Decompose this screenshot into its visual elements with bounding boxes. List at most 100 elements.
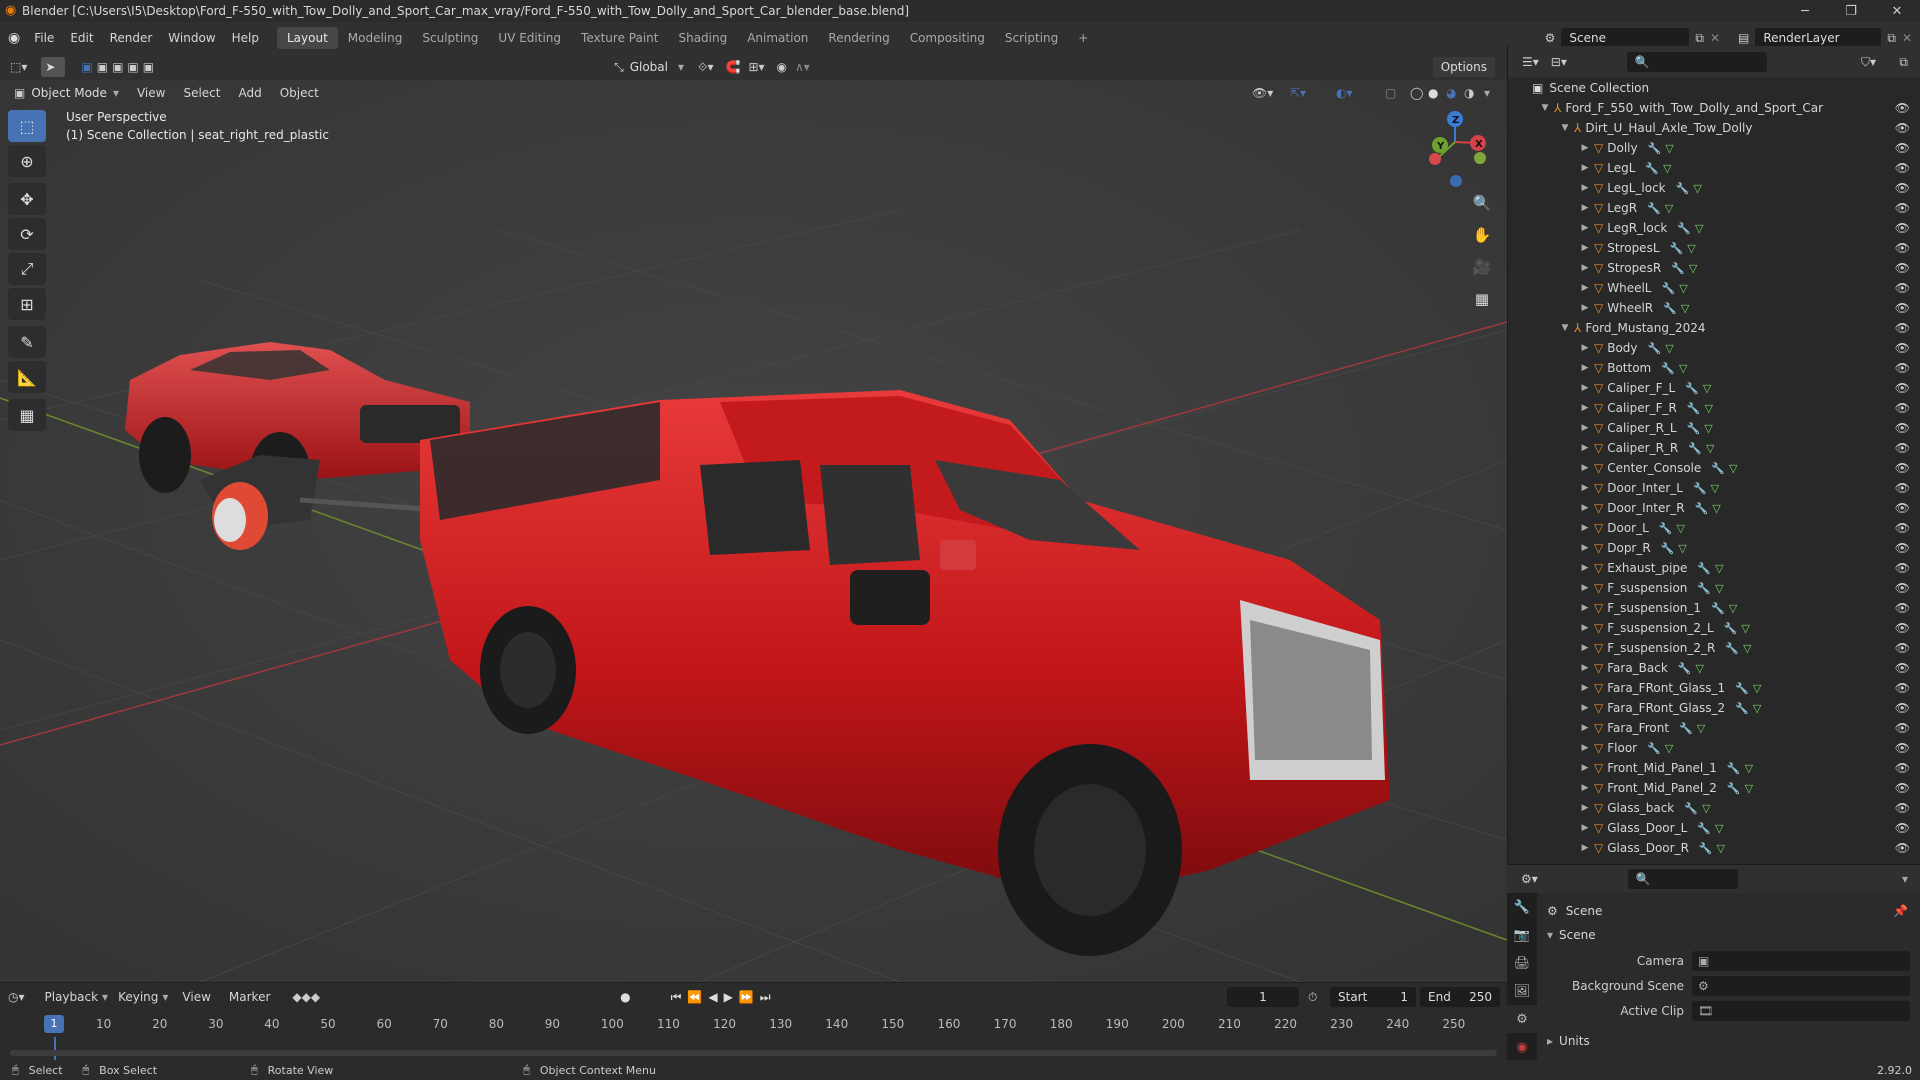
mesh-data-icon[interactable]: ▽ (1681, 302, 1689, 315)
modifier-wrench-icon[interactable]: 🔧 (1671, 262, 1685, 275)
cursor-tool-icon[interactable]: ⊕ (8, 145, 46, 177)
expand-arrow-right-icon[interactable]: ▶ (1578, 503, 1592, 513)
falloff-icon[interactable]: ∧▾ (795, 60, 810, 74)
outliner-row[interactable]: ▶ ▽ StropesR 🔧 ▽ 👁 (1508, 258, 1920, 278)
visibility-eye-icon[interactable]: 👁 (1895, 701, 1910, 715)
visibility-eye-icon[interactable]: 👁 (1895, 461, 1910, 475)
expand-arrow-right-icon[interactable]: ▶ (1578, 343, 1592, 353)
mesh-data-icon[interactable]: ▽ (1704, 422, 1712, 435)
visibility-eye-icon[interactable]: 👁 (1895, 801, 1910, 815)
visibility-eye-icon[interactable]: 👁 (1895, 301, 1910, 315)
mesh-data-icon[interactable]: ▽ (1665, 202, 1673, 215)
expand-arrow-down-icon[interactable]: ▼ (1558, 323, 1572, 333)
expand-arrow-right-icon[interactable]: ▶ (1578, 663, 1592, 673)
modifier-wrench-icon[interactable]: 🔧 (1711, 462, 1725, 475)
play-icon[interactable]: ▶ (724, 990, 733, 1004)
expand-arrow-right-icon[interactable]: ▶ (1578, 843, 1592, 853)
modifier-wrench-icon[interactable]: 🔧 (1678, 662, 1692, 675)
visibility-eye-icon[interactable]: 👁 (1895, 161, 1910, 175)
render-tab-icon[interactable]: 📷 (1507, 921, 1537, 949)
scene-tab-icon[interactable]: ⚙ (1507, 1005, 1537, 1033)
new-scene-icon[interactable]: ⧉ (1695, 31, 1704, 46)
delete-layer-icon[interactable]: ✕ (1902, 31, 1912, 45)
modifier-wrench-icon[interactable]: 🔧 (1685, 382, 1699, 395)
mesh-data-icon[interactable]: ▽ (1676, 522, 1684, 535)
mesh-data-icon[interactable]: ▽ (1695, 222, 1703, 235)
modifier-wrench-icon[interactable]: 🔧 (1661, 542, 1675, 555)
tab-modeling[interactable]: Modeling (338, 27, 413, 49)
expand-arrow-down-icon[interactable]: ▼ (1538, 103, 1552, 113)
visibility-eye-icon[interactable]: 👁 (1895, 341, 1910, 355)
mesh-data-icon[interactable]: ▽ (1729, 602, 1737, 615)
add-workspace-button[interactable]: + (1068, 27, 1098, 49)
modifier-wrench-icon[interactable]: 🔧 (1648, 142, 1662, 155)
shading-options-icon[interactable]: ▾ (1484, 86, 1490, 100)
expand-arrow-right-icon[interactable]: ▶ (1578, 823, 1592, 833)
scene-icon[interactable]: ⚙ (1545, 31, 1556, 45)
menu-keying[interactable]: Keying (118, 990, 158, 1004)
modifier-wrench-icon[interactable]: 🔧 (1735, 702, 1749, 715)
start-frame-field[interactable]: Start 1 (1330, 987, 1416, 1007)
mesh-data-icon[interactable]: ▽ (1703, 382, 1711, 395)
visibility-eye-icon[interactable]: 👁 (1895, 621, 1910, 635)
proportional-edit-icon[interactable]: ◉ (777, 60, 787, 74)
outliner-row[interactable]: ▶ ▽ Exhaust_pipe 🔧 ▽ 👁 (1508, 558, 1920, 578)
menu-timeline-view[interactable]: View (182, 990, 210, 1004)
add-cube-tool-icon[interactable]: ▦ (8, 399, 46, 431)
modifier-wrench-icon[interactable]: 🔧 (1693, 482, 1707, 495)
visibility-eye-icon[interactable]: 👁 (1895, 821, 1910, 835)
modifier-wrench-icon[interactable]: 🔧 (1727, 782, 1741, 795)
gizmo-toggle-icon[interactable]: ⇱▾ (1290, 86, 1306, 100)
next-keyframe-icon[interactable]: ⏩ (739, 990, 754, 1004)
visibility-eye-icon[interactable]: 👁 (1895, 261, 1910, 275)
visibility-eye-icon[interactable]: 👁 (1895, 441, 1910, 455)
visibility-eye-icon[interactable]: 👁 (1895, 101, 1910, 115)
mesh-data-icon[interactable]: ▽ (1729, 462, 1737, 475)
menu-object[interactable]: Object (280, 86, 319, 100)
mesh-data-icon[interactable]: ▽ (1706, 442, 1714, 455)
units-panel-header[interactable]: ▸ Units (1537, 1029, 1920, 1053)
visibility-eye-icon[interactable]: 👁 (1895, 381, 1910, 395)
outliner-row[interactable]: ▶ ▽ StropesL 🔧 ▽ 👁 (1508, 238, 1920, 258)
modifier-wrench-icon[interactable]: 🔧 (1697, 562, 1711, 575)
tab-compositing[interactable]: Compositing (900, 27, 995, 49)
modifier-wrench-icon[interactable]: 🔧 (1687, 402, 1701, 415)
visibility-eye-icon[interactable]: 👁 (1895, 581, 1910, 595)
modifier-wrench-icon[interactable]: 🔧 (1661, 362, 1675, 375)
outliner-row[interactable]: ▶ ▽ Caliper_R_L 🔧 ▽ 👁 (1508, 418, 1920, 438)
outliner-row[interactable]: ▶ ▽ F_suspension 🔧 ▽ 👁 (1508, 578, 1920, 598)
expand-arrow-right-icon[interactable]: ▶ (1578, 283, 1592, 293)
expand-arrow-right-icon[interactable]: ▶ (1578, 783, 1592, 793)
outliner-row[interactable]: ▶ ▽ Fara_FRont_Glass_2 🔧 ▽ 👁 (1508, 698, 1920, 718)
outliner-row[interactable]: ▶ ▽ F_suspension_1 🔧 ▽ 👁 (1508, 598, 1920, 618)
outliner-row[interactable]: ▶ ▽ LegL_lock 🔧 ▽ 👁 (1508, 178, 1920, 198)
expand-arrow-right-icon[interactable]: ▶ (1578, 203, 1592, 213)
select-mode-subtract-icon[interactable]: ▣ (112, 60, 123, 74)
menu-render[interactable]: Render (102, 31, 161, 45)
tab-texture-paint[interactable]: Texture Paint (571, 27, 668, 49)
mesh-data-icon[interactable]: ▽ (1693, 182, 1701, 195)
visibility-eye-icon[interactable]: 👁 (1895, 321, 1910, 335)
tab-sculpting[interactable]: Sculpting (412, 27, 488, 49)
visibility-eye-icon[interactable]: 👁 (1895, 641, 1910, 655)
scene-panel-header[interactable]: ▾ Scene (1537, 923, 1920, 947)
menu-file[interactable]: File (26, 31, 62, 45)
rotate-tool-icon[interactable]: ⟳ (8, 218, 46, 250)
modifier-wrench-icon[interactable]: 🔧 (1727, 762, 1741, 775)
tool-tab-icon[interactable]: 🔧 (1507, 893, 1537, 921)
expand-arrow-right-icon[interactable]: ▶ (1578, 423, 1592, 433)
menu-view[interactable]: View (137, 86, 165, 100)
jump-start-icon[interactable]: ⏮ (671, 990, 682, 1005)
mesh-data-icon[interactable]: ▽ (1715, 822, 1723, 835)
scale-tool-icon[interactable]: ⤢ (8, 253, 46, 285)
expand-arrow-right-icon[interactable]: ▶ (1578, 603, 1592, 613)
output-tab-icon[interactable]: 🖨 (1507, 949, 1537, 977)
tab-scripting[interactable]: Scripting (995, 27, 1068, 49)
expand-arrow-right-icon[interactable]: ▶ (1578, 383, 1592, 393)
menu-edit[interactable]: Edit (62, 31, 101, 45)
expand-arrow-right-icon[interactable]: ▶ (1578, 263, 1592, 273)
expand-arrow-right-icon[interactable]: ▶ (1578, 163, 1592, 173)
outliner-row[interactable]: ▼ ⅄ Ford_Mustang_2024 👁 (1508, 318, 1920, 338)
snap-icon[interactable]: 🧲 (726, 60, 741, 74)
object-mode-dropdown[interactable]: Object Mode (31, 86, 107, 100)
